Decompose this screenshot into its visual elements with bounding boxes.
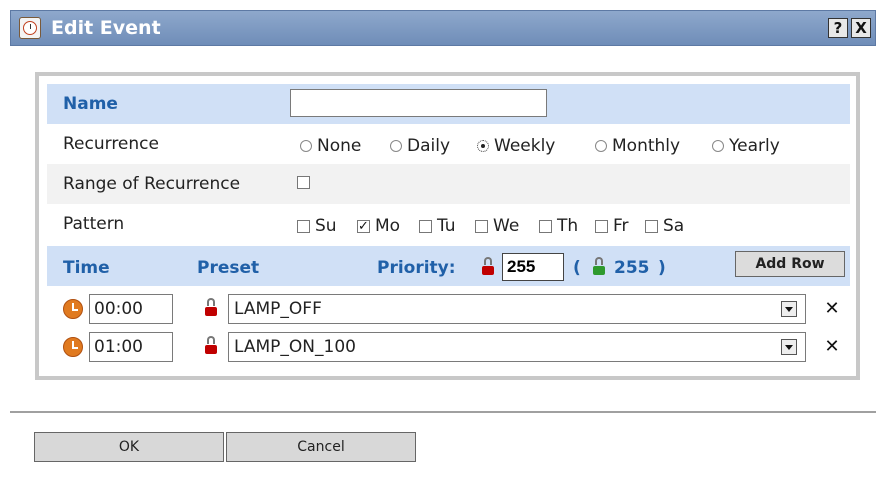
cancel-button[interactable]: Cancel	[226, 432, 416, 462]
dropdown-arrow-icon[interactable]	[781, 301, 797, 317]
pattern-day-sa[interactable]: Sa	[645, 216, 684, 236]
title-bar: Edit Event ? X	[10, 10, 876, 46]
pattern-day-th[interactable]: Th	[539, 216, 578, 236]
recurrence-weekly-option[interactable]: Weekly	[477, 136, 555, 156]
recurrence-daily-option[interactable]: Daily	[390, 136, 450, 156]
preset-select-value: LAMP_OFF	[234, 299, 322, 319]
time-input[interactable]: 00:00	[89, 294, 173, 324]
priority-label: Priority:	[377, 258, 456, 278]
recurrence-yearly-option[interactable]: Yearly	[712, 136, 780, 156]
pattern-day-mo[interactable]: ✓ Mo	[357, 216, 400, 236]
preset-header: Preset	[197, 258, 260, 278]
priority-chip-icon	[481, 257, 495, 277]
name-row: Name	[47, 84, 850, 124]
preset-chip-icon	[204, 298, 218, 318]
pattern-day-fr[interactable]: Fr	[595, 216, 629, 236]
recurrence-label: Recurrence	[63, 134, 159, 154]
delete-row-icon[interactable]: ✕	[823, 300, 841, 318]
clock-icon	[19, 17, 41, 39]
pattern-label: Pattern	[63, 214, 125, 234]
name-input[interactable]	[290, 89, 547, 117]
pattern-su-checkbox[interactable]	[297, 219, 310, 233]
event-form-panel: Name Recurrence None Daily Weekly Monthl…	[35, 72, 860, 380]
recurrence-weekly-radio[interactable]	[477, 140, 489, 152]
preset-select[interactable]: LAMP_OFF	[228, 294, 806, 324]
preset-chip-icon	[204, 336, 218, 356]
pattern-mo-checkbox[interactable]: ✓	[357, 219, 370, 233]
pattern-row: Pattern Su ✓ Mo Tu We Th Fr Sa	[47, 204, 850, 244]
pattern-th-checkbox[interactable]	[539, 219, 552, 233]
clock-icon[interactable]	[63, 337, 83, 357]
help-icon[interactable]: ?	[828, 18, 848, 38]
pattern-we-checkbox[interactable]	[475, 219, 488, 233]
time-input[interactable]: 01:00	[89, 332, 173, 362]
pattern-day-tu[interactable]: Tu	[419, 216, 456, 236]
range-row: Range of Recurrence	[47, 164, 850, 204]
window-title: Edit Event	[51, 17, 161, 39]
ok-button[interactable]: OK	[34, 432, 224, 462]
delete-row-icon[interactable]: ✕	[823, 338, 841, 356]
recurrence-monthly-option[interactable]: Monthly	[595, 136, 680, 156]
name-label: Name	[63, 94, 118, 114]
footer-divider	[10, 411, 876, 413]
pattern-sa-checkbox[interactable]	[645, 219, 658, 233]
priority-default-chip-icon	[592, 257, 606, 277]
pattern-fr-checkbox[interactable]	[595, 219, 608, 233]
preset-select-value: LAMP_ON_100	[234, 337, 356, 357]
schedule-header-row: Time Preset Priority: ( 255 ) Add Row	[47, 246, 850, 286]
recurrence-daily-radio[interactable]	[390, 140, 402, 152]
range-label: Range of Recurrence	[63, 174, 241, 194]
dropdown-arrow-icon[interactable]	[781, 339, 797, 355]
clock-icon[interactable]	[63, 299, 83, 319]
pattern-day-we[interactable]: We	[475, 216, 519, 236]
time-header: Time	[63, 258, 110, 278]
range-checkbox[interactable]	[297, 176, 310, 189]
close-icon[interactable]: X	[851, 18, 871, 38]
add-row-button[interactable]: Add Row	[735, 251, 845, 277]
recurrence-none-option[interactable]: None	[300, 136, 361, 156]
preset-select[interactable]: LAMP_ON_100	[228, 332, 806, 362]
pattern-day-su[interactable]: Su	[297, 216, 337, 236]
recurrence-none-radio[interactable]	[300, 140, 312, 152]
priority-default-close: )	[658, 258, 666, 278]
recurrence-yearly-radio[interactable]	[712, 140, 724, 152]
priority-default-open: (	[573, 258, 581, 278]
pattern-tu-checkbox[interactable]	[419, 219, 432, 233]
priority-input[interactable]	[502, 253, 564, 281]
priority-default-value: 255	[614, 258, 650, 278]
recurrence-monthly-radio[interactable]	[595, 140, 607, 152]
recurrence-row: Recurrence None Daily Weekly Monthly Yea…	[47, 124, 850, 164]
